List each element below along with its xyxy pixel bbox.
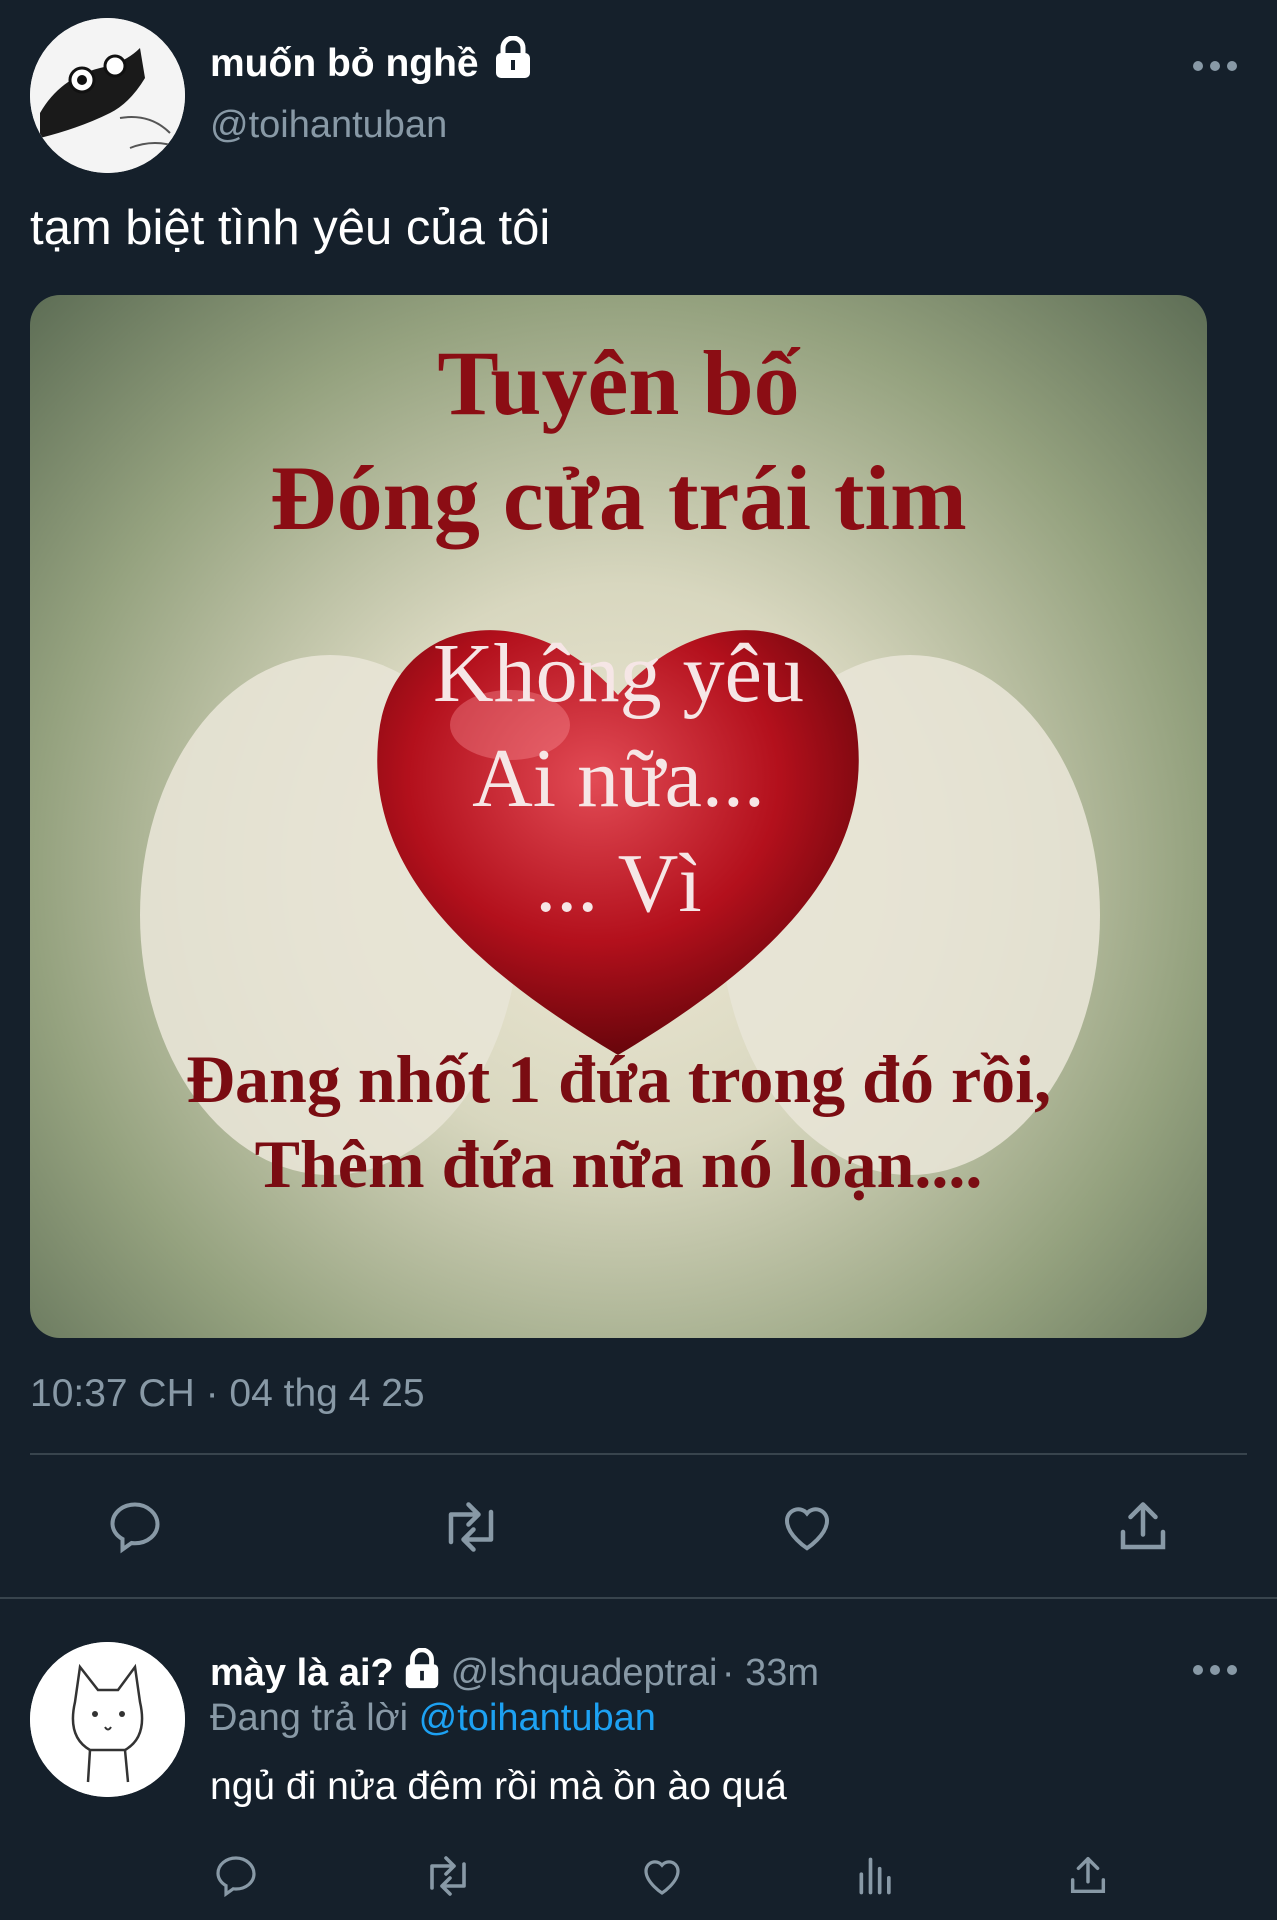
replying-to-label: Đang trả lời	[210, 1697, 409, 1739]
reply-like-button[interactable]	[636, 1850, 688, 1902]
like-icon	[644, 1860, 680, 1895]
share-icon	[1120, 1502, 1166, 1550]
image-text-line-2: Đóng cửa trái tim	[270, 447, 967, 549]
reply-text: ngủ đi nửa đêm rồi mà ồn ào quá	[210, 1765, 787, 1808]
image-text-line-4: Ai nữa...	[472, 732, 765, 825]
like-icon	[784, 1507, 830, 1551]
image-text-line-1: Tuyên bố	[437, 332, 800, 434]
more-icon[interactable]	[1190, 56, 1240, 76]
reply-share-button[interactable]	[1062, 1850, 1114, 1902]
replying-to-mention[interactable]: @toihantuban	[419, 1697, 656, 1739]
author-handle[interactable]: @toihantuban	[210, 104, 447, 147]
reply-analytics-button[interactable]	[850, 1850, 902, 1902]
tweet-image[interactable]: Tuyên bố Đóng cửa trái tim Không yêu Ai …	[30, 295, 1207, 1338]
like-button[interactable]	[772, 1492, 842, 1562]
reply-retweet-button[interactable]	[420, 1850, 476, 1902]
share-icon	[1070, 1857, 1106, 1894]
cat-avatar-illustration	[30, 1642, 185, 1797]
author-avatar[interactable]	[30, 18, 185, 173]
lock-icon	[405, 1647, 439, 1689]
author-name[interactable]: muốn bỏ nghề	[210, 35, 533, 86]
reply-icon	[110, 1502, 160, 1554]
analytics-icon	[859, 1857, 891, 1895]
tweet-text: tạm biệt tình yêu của tôi	[30, 201, 551, 255]
lock-icon	[496, 35, 531, 78]
retweet-button[interactable]	[436, 1492, 506, 1562]
retweet-icon	[448, 1502, 494, 1552]
tweet-timestamp[interactable]: 10:37 CH · 04 thg 4 25	[30, 1372, 425, 1416]
avatar-illustration	[30, 18, 185, 173]
image-text-line-7: Thêm đứa nữa nó loạn....	[254, 1126, 983, 1202]
reply-author-avatar[interactable]	[30, 1642, 185, 1797]
author-name-text: muốn bỏ nghề	[210, 42, 479, 85]
retweet-icon	[430, 1856, 466, 1896]
image-text-line-5: ... Vì	[535, 837, 702, 930]
reply-button[interactable]	[100, 1492, 170, 1562]
image-text-line-3: Không yêu	[433, 627, 804, 720]
reply-reply-button[interactable]	[210, 1850, 262, 1902]
divider	[30, 1453, 1247, 1455]
share-button[interactable]	[1108, 1492, 1178, 1562]
reply-author-name[interactable]: mày là ai?	[210, 1652, 394, 1694]
reply-icon	[216, 1856, 256, 1898]
reply-time[interactable]: · 33m	[722, 1652, 819, 1694]
replying-to: Đang trả lời @toihantuban	[210, 1697, 656, 1740]
more-icon[interactable]	[1190, 1660, 1240, 1680]
thread-separator	[0, 1597, 1277, 1599]
reply-author-handle[interactable]: @lshquadeptrai	[451, 1652, 718, 1694]
image-text-line-6: Đang nhốt 1 đứa trong đó rồi,	[185, 1041, 1052, 1117]
reply-header: mày là ai? @lshquadeptrai · 33m	[210, 1647, 819, 1695]
